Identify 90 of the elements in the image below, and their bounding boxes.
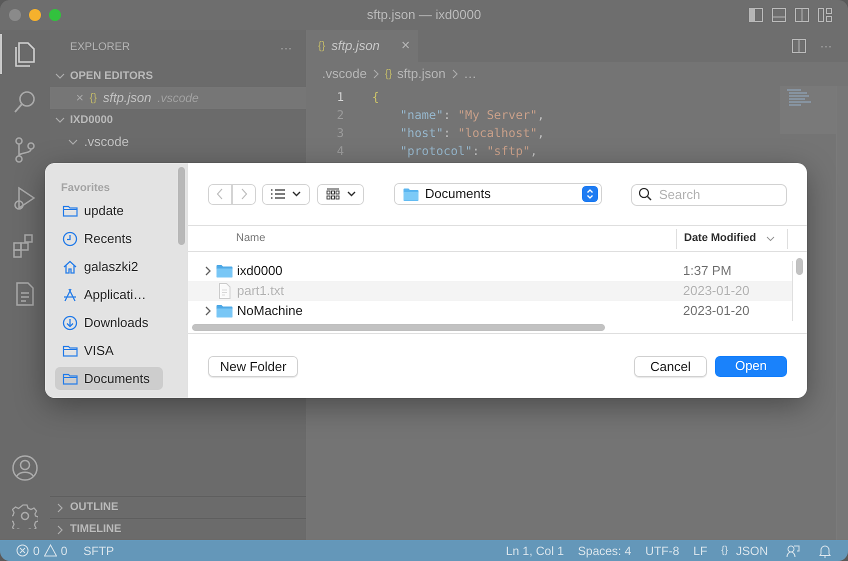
- minimize-button[interactable]: [29, 9, 41, 21]
- chevron-icon: [450, 69, 459, 79]
- folder-icon: [403, 188, 419, 200]
- breadcrumb-item[interactable]: .vscode: [322, 64, 367, 84]
- disclosure-icon: [204, 306, 212, 316]
- sidebar-item[interactable]: Documents: [55, 367, 163, 390]
- json-file-icon: {}: [384, 66, 392, 82]
- warning-icon: [44, 544, 57, 557]
- more-actions-button[interactable]: ···: [280, 38, 292, 56]
- sidebar-item[interactable]: Applicati…: [55, 283, 163, 306]
- bell-icon[interactable]: [818, 544, 832, 558]
- cancel-button[interactable]: Cancel: [634, 356, 707, 376]
- code-line: "host": "localhost",: [399, 125, 545, 142]
- forward-button[interactable]: [232, 184, 256, 204]
- gallery-view-button[interactable]: [317, 184, 364, 204]
- download-icon: [62, 314, 78, 330]
- status-item[interactable]: UTF-8: [645, 542, 680, 560]
- code-line: "name": "My Server",: [399, 107, 545, 124]
- panel-layout-icon[interactable]: [772, 8, 786, 22]
- sidebar-title: EXPLORER: [70, 40, 130, 56]
- status-item[interactable]: LF: [693, 542, 708, 560]
- disclosure-icon: [204, 266, 212, 276]
- feedback-icon[interactable]: [786, 544, 800, 558]
- list-icon: [271, 189, 285, 199]
- error-icon: [16, 544, 29, 557]
- code-line: {: [371, 89, 380, 106]
- section-header[interactable]: OUTLINE: [50, 496, 306, 518]
- breadcrumb-item[interactable]: sftp.json: [397, 64, 446, 84]
- sidebar-item[interactable]: Downloads: [55, 311, 163, 334]
- sidebar-item[interactable]: update: [55, 199, 163, 222]
- code-line: "protocol": "sftp",: [399, 143, 538, 160]
- scrollbar-thumb[interactable]: [178, 167, 185, 245]
- json-file-icon: {}: [721, 543, 728, 558]
- section-header[interactable]: IXD0000: [50, 109, 306, 131]
- house-icon: [62, 258, 78, 274]
- close-tab-button[interactable]: ×: [401, 34, 410, 58]
- language-mode[interactable]: JSON: [736, 542, 768, 560]
- list-view-button[interactable]: [262, 184, 310, 204]
- forward-icon: [240, 188, 248, 200]
- grid-icon: [326, 188, 340, 200]
- location-popup[interactable]: Documents: [394, 183, 602, 205]
- close-window-button[interactable]: [9, 9, 21, 21]
- status-item[interactable]: SFTP: [83, 542, 114, 560]
- customize-layout-icon[interactable]: [818, 8, 832, 22]
- file-row[interactable]: ixd0000 1:37 PM: [188, 261, 792, 281]
- sidebar-item[interactable]: VISA: [55, 339, 163, 362]
- clock-icon: [62, 230, 78, 246]
- status-item[interactable]: Spaces: 4: [578, 542, 632, 560]
- zoom-button[interactable]: [49, 9, 61, 21]
- document-icon: [216, 283, 233, 299]
- breadcrumb-item[interactable]: …: [464, 64, 477, 84]
- sidebar-layout-icon[interactable]: [749, 8, 763, 22]
- new-folder-button[interactable]: New Folder: [208, 356, 298, 376]
- section-label: Favorites: [60, 181, 111, 194]
- line-number: 1: [336, 89, 344, 106]
- scrollbar-thumb[interactable]: [796, 258, 803, 275]
- chevron-icon: [372, 69, 380, 79]
- search-icon: [638, 187, 652, 201]
- split-layout-icon[interactable]: [795, 8, 809, 22]
- sidebar-item[interactable]: galaszki2: [55, 255, 163, 278]
- back-button[interactable]: [208, 184, 232, 204]
- json-file-icon: {}: [90, 90, 97, 106]
- tree-item[interactable]: .vscode: [50, 131, 306, 153]
- open-button[interactable]: Open: [715, 356, 787, 376]
- more-actions-button[interactable]: ···: [820, 37, 832, 55]
- back-icon: [216, 188, 224, 200]
- window-title: sftp.json — ixd0000: [366, 6, 482, 24]
- folder-icon: [216, 264, 233, 278]
- sidebar-item[interactable]: Recents: [55, 227, 163, 250]
- stepper-icon: [582, 186, 598, 202]
- folder-icon: [216, 304, 233, 318]
- settings-icon[interactable]: [12, 503, 38, 529]
- sort-caret-icon: [766, 236, 776, 242]
- column-header[interactable]: Date Modified: [676, 228, 788, 248]
- warning-count[interactable]: 0: [60, 542, 68, 560]
- search-field[interactable]: Search: [631, 184, 787, 206]
- caret-icon: [346, 191, 356, 197]
- caret-icon: [292, 191, 301, 197]
- applications-icon: [62, 286, 78, 302]
- column-header[interactable]: Name: [188, 230, 676, 247]
- split-editor-icon[interactable]: [792, 39, 806, 53]
- account-icon[interactable]: [12, 455, 38, 481]
- error-count[interactable]: 0: [33, 542, 40, 560]
- scrollbar-thumb[interactable]: [192, 324, 605, 330]
- section-header[interactable]: OPEN EDITORS: [50, 65, 306, 87]
- status-item[interactable]: Ln 1, Col 1: [506, 542, 564, 560]
- file-name: sftp.json: [102, 89, 152, 108]
- close-editor-button[interactable]: ×: [76, 88, 84, 108]
- file-row[interactable]: NoMachine 2023-01-20: [188, 301, 792, 321]
- editor-tab[interactable]: {} sftp.json ×: [306, 30, 418, 62]
